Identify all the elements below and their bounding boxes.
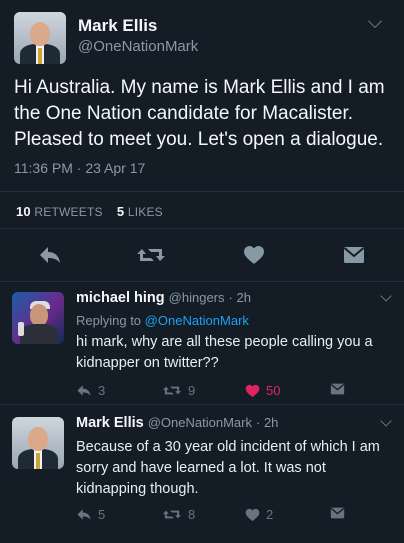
direct-message-icon [343,247,365,263]
like-icon [245,384,260,397]
reply-time[interactable]: · 2h [229,290,251,305]
like-button[interactable]: 50 [245,383,280,398]
retweet-button[interactable] [136,245,166,270]
likes-count[interactable]: 5 [117,204,124,219]
like-icon [245,508,260,521]
reply-text: hi mark, why are all these people callin… [76,334,373,371]
reply-count: 3 [98,383,106,398]
reply-header: Mark Ellis @OneNationMark · 2h [76,415,278,431]
retweet-count: 8 [188,507,196,522]
reply-button[interactable] [38,245,62,270]
reply-icon [40,247,60,263]
retweet-icon [162,510,182,519]
retweet-icon [162,386,182,395]
avatar[interactable] [14,12,66,64]
author-name[interactable]: Mark Ellis [76,415,144,431]
chevron-down-icon[interactable] [367,13,383,29]
author-handle[interactable]: @OneNationMark [148,415,252,430]
retweets-label[interactable]: RETWEETS [34,205,102,219]
reply-count: 5 [98,507,106,522]
reply-time[interactable]: · 2h [256,415,278,430]
likes-label[interactable]: LIKES [128,205,163,219]
direct-message-button[interactable] [343,246,365,269]
chevron-down-icon[interactable] [380,290,392,302]
reply-button[interactable]: 3 [76,383,105,398]
engagement-stats: 10 RETWEETS 5 LIKES [16,204,163,219]
avatar[interactable] [12,417,64,469]
main-tweet: Mark Ellis @OneNationMark Hi Australia. … [0,0,404,282]
reply-tweet[interactable]: michael hing @hingers · 2h Replying to @… [0,282,404,404]
author-handle[interactable]: @hingers [169,290,225,305]
direct-message-icon [330,507,345,519]
replying-to-handle[interactable]: @OneNationMark [145,313,249,328]
reply-icon [77,385,91,396]
author-handle[interactable]: @OneNationMark [78,38,198,55]
divider [0,228,404,229]
retweet-icon [137,249,165,261]
direct-message-button[interactable] [330,507,345,519]
reply-text: Because of a 30 year old incident of whi… [76,439,380,497]
retweets-count[interactable]: 10 [16,204,31,219]
reply-button[interactable]: 5 [76,507,105,522]
like-count: 50 [266,383,281,398]
retweet-button[interactable]: 9 [162,383,195,398]
like-count: 2 [266,507,274,522]
like-button[interactable] [243,245,265,270]
replying-to: Replying to @OneNationMark [76,313,249,328]
chevron-down-icon[interactable] [380,415,392,427]
tweet-text: Hi Australia. My name is Mark Ellis and … [14,77,385,150]
author-name[interactable]: michael hing [76,290,165,306]
like-button[interactable]: 2 [245,507,273,522]
tweet-timestamp[interactable]: 11:36 PM · 23 Apr 17 [14,160,145,176]
reply-icon [77,509,91,520]
replying-to-label: Replying to [76,313,142,328]
retweet-button[interactable]: 8 [162,507,195,522]
author-name[interactable]: Mark Ellis [78,16,157,36]
reply-header: michael hing @hingers · 2h [76,290,251,306]
direct-message-icon [330,383,345,395]
retweet-count: 9 [188,383,196,398]
like-icon [244,246,264,264]
reply-tweet[interactable]: Mark Ellis @OneNationMark · 2h Because o… [0,405,404,543]
avatar[interactable] [12,292,64,344]
direct-message-button[interactable] [330,383,345,395]
divider [0,191,404,192]
